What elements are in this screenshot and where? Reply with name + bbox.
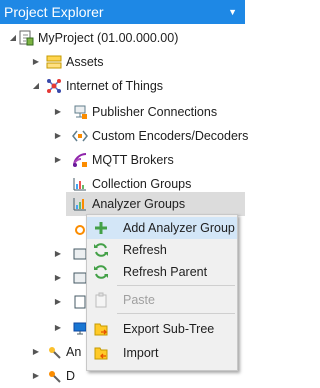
tree-item-iot[interactable]: ◢ Internet of Things bbox=[0, 74, 245, 98]
tree-item-analytics[interactable]: ▶ An bbox=[0, 340, 86, 364]
panel-title: Project Explorer bbox=[4, 4, 104, 20]
analytics-icon bbox=[49, 347, 61, 359]
analyzer-groups-icon bbox=[73, 198, 86, 211]
dropdown-arrow-icon[interactable]: ▼ bbox=[228, 0, 237, 24]
menu-item-add-analyzer-group[interactable]: Add Analyzer Group bbox=[87, 217, 237, 239]
refresh-icon bbox=[94, 265, 108, 279]
tree-item-mqtt-brokers[interactable]: ▶ MQTT Brokers bbox=[0, 148, 245, 172]
menu-item-label: Paste bbox=[123, 293, 155, 307]
menu-item-refresh-parent[interactable]: Refresh Parent bbox=[87, 261, 237, 283]
tree-item-hidden[interactable]: ▶ bbox=[0, 242, 87, 266]
mqtt-icon bbox=[73, 153, 87, 167]
encoder-icon bbox=[72, 130, 88, 142]
paste-icon bbox=[95, 292, 107, 308]
tree-item-hidden[interactable]: ▶ bbox=[0, 290, 86, 314]
menu-item-refresh[interactable]: Refresh bbox=[87, 239, 237, 261]
expand-arrow-icon[interactable]: ▶ bbox=[52, 290, 64, 314]
export-icon bbox=[94, 323, 108, 336]
tree-item-project[interactable]: ◢ MyProject (01.00.000.00) bbox=[0, 26, 245, 50]
tree-item-custom-encoders[interactable]: ▶ Custom Encoders/Decoders bbox=[0, 124, 249, 148]
tree-item-publisher-connections[interactable]: ▶ Publisher Connections bbox=[0, 100, 245, 124]
tree-item-analyzer-groups[interactable]: Analyzer Groups bbox=[66, 192, 245, 216]
collapse-arrow-icon[interactable]: ◢ bbox=[30, 74, 42, 98]
tree-item-label: D bbox=[66, 369, 76, 383]
data-icon bbox=[49, 371, 61, 383]
tree-item-hidden[interactable]: ▶ bbox=[0, 266, 87, 290]
tree-item-label: Custom Encoders/Decoders bbox=[92, 129, 249, 143]
menu-item-label: Import bbox=[123, 346, 159, 360]
expand-arrow-icon[interactable]: ▶ bbox=[52, 124, 64, 148]
project-icon bbox=[19, 30, 34, 46]
expand-arrow-icon[interactable]: ▶ bbox=[52, 148, 64, 172]
tree-item-label: MQTT Brokers bbox=[92, 153, 174, 167]
menu-item-label: Export Sub-Tree bbox=[123, 322, 215, 336]
expand-arrow-icon[interactable]: ▶ bbox=[52, 100, 64, 124]
tree-item-label: Assets bbox=[66, 55, 104, 69]
menu-item-import[interactable]: Import bbox=[87, 342, 237, 364]
assets-icon bbox=[46, 55, 62, 69]
tree-item-label: Analyzer Groups bbox=[92, 197, 186, 211]
expand-arrow-icon[interactable]: ▶ bbox=[30, 50, 42, 74]
refresh-icon bbox=[94, 243, 108, 257]
menu-item-label: Refresh bbox=[123, 243, 167, 257]
expand-arrow-icon[interactable]: ▶ bbox=[30, 340, 42, 364]
import-icon bbox=[94, 347, 108, 360]
menu-item-label: Add Analyzer Group bbox=[123, 221, 235, 235]
publisher-icon bbox=[74, 105, 87, 119]
tree-item-hidden[interactable] bbox=[0, 218, 86, 242]
menu-separator bbox=[117, 313, 235, 314]
menu-item-export-sub-tree[interactable]: Export Sub-Tree bbox=[87, 318, 237, 340]
expand-arrow-icon[interactable]: ▶ bbox=[52, 316, 64, 340]
expand-arrow-icon[interactable]: ▶ bbox=[30, 364, 42, 388]
expand-arrow-icon[interactable]: ▶ bbox=[52, 242, 64, 266]
collection-groups-icon bbox=[73, 178, 86, 191]
tree-item-label: MyProject (01.00.000.00) bbox=[38, 31, 179, 45]
context-menu: Add Analyzer Group Refresh Refresh Paren… bbox=[86, 214, 238, 371]
tree-item-label: An bbox=[66, 345, 82, 359]
menu-item-paste[interactable]: Paste bbox=[87, 289, 237, 311]
tree-item-hidden[interactable]: ▶ bbox=[0, 316, 87, 340]
iot-icon bbox=[47, 79, 61, 93]
tree-item-label: Publisher Connections bbox=[92, 105, 218, 119]
tree-item-d[interactable]: ▶ D bbox=[0, 364, 86, 388]
tree-item-assets[interactable]: ▶ Assets bbox=[0, 50, 245, 74]
menu-item-label: Refresh Parent bbox=[123, 265, 208, 279]
plus-icon bbox=[95, 222, 107, 234]
tree-item-label: Internet of Things bbox=[66, 79, 164, 93]
panel-titlebar: Project Explorer ▼ bbox=[0, 0, 245, 24]
menu-separator bbox=[117, 285, 235, 286]
expand-arrow-icon[interactable]: ▶ bbox=[52, 266, 64, 290]
